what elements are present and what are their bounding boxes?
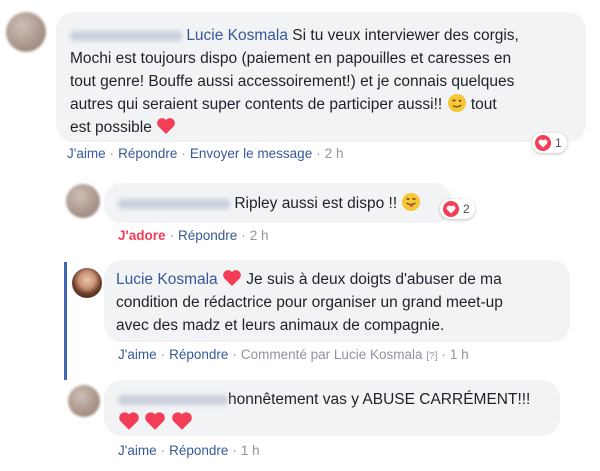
comment-bubble: honnêtement vas y ABUSE CARRÉMENT!!!	[104, 380, 560, 436]
timestamp[interactable]: 2 h	[250, 228, 269, 243]
comment-author[interactable]: Lucie Kosmala	[186, 27, 288, 44]
heart-emoji-icon	[171, 412, 192, 430]
heart-emoji-icon	[157, 118, 176, 134]
comment-text: honnêtement vas y ABUSE CARRÉMENT!!!	[118, 388, 548, 435]
comment-text: Lucie Kosmala Si tu veux interviewer des…	[70, 24, 574, 139]
blurred-name	[118, 198, 230, 209]
timestamp[interactable]: 1 h	[450, 347, 469, 362]
comment-text-line: Je suis à deux doigts d'abuser de ma	[246, 271, 502, 288]
comment-bubble: Ripley aussi est dispo !!	[104, 183, 452, 223]
commented-by: Commenté par Lucie Kosmala	[240, 347, 423, 362]
reply-link[interactable]: Répondre	[169, 443, 228, 458]
reply-link[interactable]: Répondre	[118, 146, 177, 161]
comment-text: Ripley aussi est dispo !!	[118, 192, 440, 215]
heart-emoji-icon	[223, 270, 241, 286]
reply-link[interactable]: Répondre	[169, 347, 228, 362]
heart-emojis	[118, 412, 193, 432]
blurred-name	[70, 30, 182, 41]
reply-link[interactable]: Répondre	[178, 228, 237, 243]
avatar[interactable]	[68, 385, 100, 417]
reaction-pill[interactable]: 1	[532, 133, 567, 153]
comment-actions: J'aime · Répondre · Envoyer le message · 2 h	[67, 146, 344, 161]
comment-text-line: tout	[470, 96, 497, 113]
heart-emoji-icon	[145, 412, 166, 430]
comment-text-line: avec des madz et leurs animaux de compag…	[116, 317, 445, 334]
love-reaction-icon	[535, 135, 551, 151]
comment-text: Lucie Kosmala Je suis à deux doigts d'ab…	[116, 268, 558, 337]
love-link[interactable]: J'adore	[118, 228, 165, 243]
comment-bubble: Lucie Kosmala Si tu veux interviewer des…	[56, 12, 586, 142]
comment-actions: J'adore · Répondre · 2 h	[118, 228, 269, 243]
reaction-count: 1	[555, 136, 562, 150]
comment-text-line: condition de rédactrice pour organiser u…	[116, 294, 503, 311]
comment-text-line: Si tu veux interviewer des corgis,	[292, 27, 519, 44]
avatar[interactable]	[66, 184, 100, 218]
comment-text-line: est possible	[70, 119, 152, 136]
like-link[interactable]: J'aime	[67, 146, 106, 161]
reaction-pill[interactable]: 2	[440, 199, 475, 219]
tongue-emoji-icon	[402, 193, 421, 211]
comment-actions: J'aime · Répondre · Commenté par Lucie Kosma…	[118, 347, 469, 362]
timestamp[interactable]: 1 h	[241, 443, 260, 458]
love-reaction-icon	[443, 201, 459, 217]
blurred-name	[118, 394, 228, 405]
reaction-count: 2	[463, 202, 470, 216]
comment-actions: J'aime · Répondre · 1 h	[118, 443, 260, 458]
comment-author[interactable]: Lucie Kosmala	[116, 271, 218, 288]
comment-text-line: tout genre! Bouffe aussi accessoirement!…	[70, 73, 515, 90]
like-link[interactable]: J'aime	[118, 443, 157, 458]
comment-text-line: honnêtement vas y ABUSE CARRÉMENT!!!	[228, 391, 531, 408]
comment-text-line: Ripley aussi est dispo !!	[234, 195, 398, 212]
comment-text-line: autres qui seraient super contents de pa…	[70, 96, 443, 113]
wink-emoji-icon	[447, 94, 466, 112]
timestamp[interactable]: 2 h	[325, 146, 344, 161]
comment-text-line: Mochi est toujours dispo (paiement en pa…	[70, 50, 512, 67]
heart-emoji-icon	[119, 412, 139, 430]
avatar[interactable]	[6, 12, 46, 52]
send-message-link[interactable]: Envoyer le message	[190, 146, 312, 161]
like-link[interactable]: J'aime	[118, 347, 157, 362]
help-link[interactable]: [?]	[426, 351, 437, 362]
highlight-bar	[64, 262, 67, 380]
avatar[interactable]	[72, 268, 102, 298]
comment-bubble: Lucie Kosmala Je suis à deux doigts d'ab…	[104, 260, 570, 342]
